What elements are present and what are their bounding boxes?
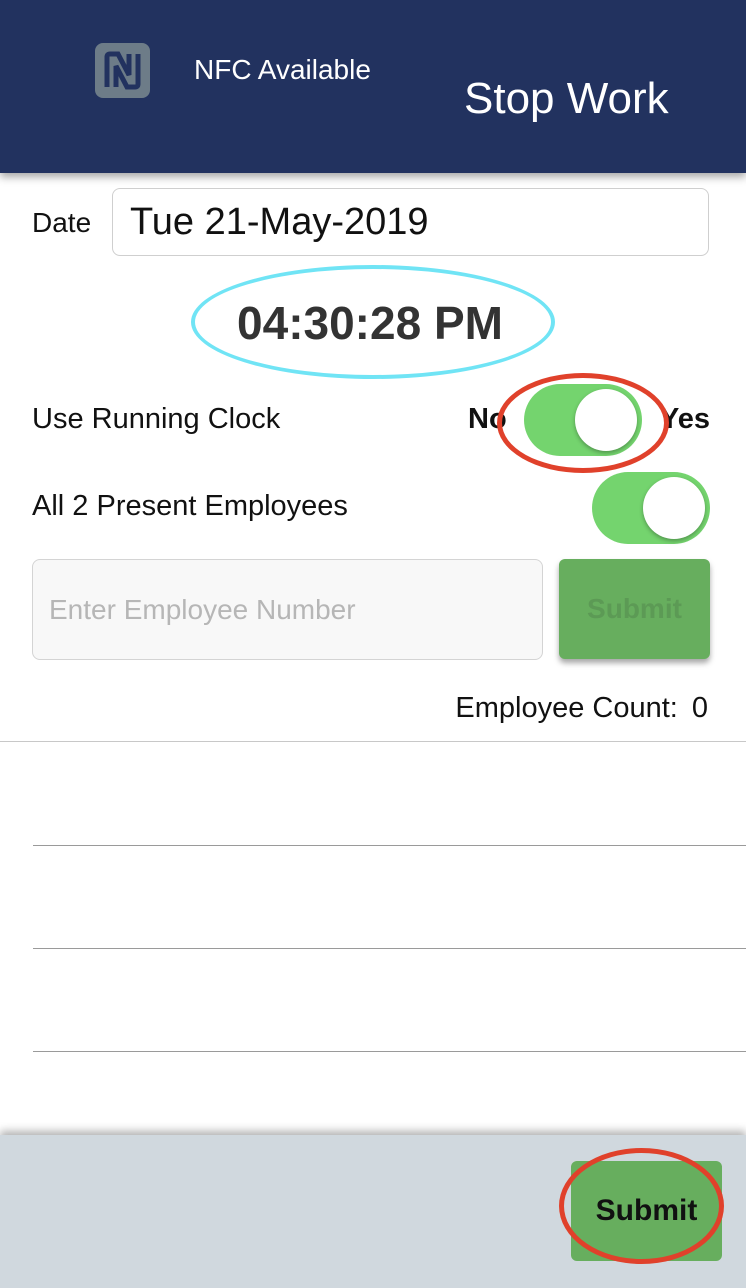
list-row-divider <box>33 1051 746 1052</box>
date-field[interactable]: Tue 21-May-2019 <box>112 188 709 256</box>
section-divider <box>0 741 746 742</box>
toggle-highlight-annotation <box>497 373 669 473</box>
employee-count: Employee Count: 0 <box>455 692 708 725</box>
list-row-divider <box>33 948 746 949</box>
nfc-icon <box>95 43 150 98</box>
header-bar: NFC Available Stop Work <box>0 0 746 173</box>
toggle-knob <box>643 477 705 539</box>
clock-highlight-annotation <box>191 265 555 379</box>
present-employees-toggle[interactable] <box>592 472 710 544</box>
running-clock-label: Use Running Clock <box>32 403 281 435</box>
employee-number-input[interactable] <box>32 559 543 660</box>
employee-count-value: 0 <box>691 692 708 724</box>
employee-submit-button[interactable]: Submit <box>559 559 710 659</box>
present-employees-label: All 2 Present Employees <box>32 490 348 522</box>
date-label: Date <box>32 207 92 238</box>
submit-highlight-annotation <box>559 1148 724 1264</box>
nfc-status-text: NFC Available <box>194 54 371 85</box>
list-row-divider <box>33 845 746 846</box>
page-title: Stop Work <box>464 74 669 123</box>
employee-count-label: Employee Count: <box>455 692 678 724</box>
